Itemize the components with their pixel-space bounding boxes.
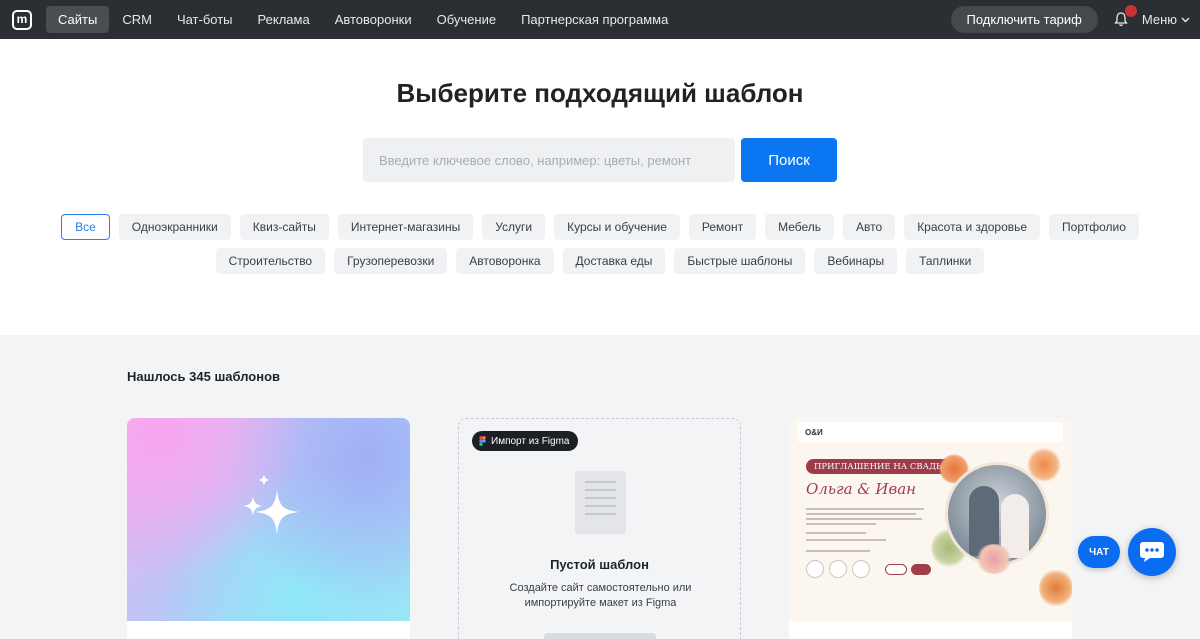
- document-icon: [575, 471, 626, 534]
- blank-template-title: Пустой шаблон: [550, 557, 649, 572]
- chat-bubble-icon[interactable]: [1128, 528, 1176, 576]
- category-chip[interactable]: Доставка еды: [562, 248, 666, 274]
- chat-button[interactable]: ЧАТ: [1078, 536, 1120, 568]
- category-chip[interactable]: Все: [61, 214, 110, 240]
- category-chip[interactable]: Услуги: [482, 214, 546, 240]
- gradient-preview: [127, 418, 410, 621]
- template-search-input[interactable]: [363, 138, 735, 182]
- top-navigation-bar: m Сайты CRM Чат-боты Реклама Автоворонки Обуч…: [0, 0, 1200, 39]
- category-chip[interactable]: Квиз-сайты: [239, 214, 329, 240]
- wedding-template-preview: О&И ПРИГЛАШЕНИЕ НА СВАДЬБУ Ольга & Иван: [789, 418, 1072, 621]
- preview-logo: О&И: [805, 427, 823, 437]
- main-nav: Сайты CRM Чат-боты Реклама Автоворонки Обучен…: [46, 0, 681, 39]
- nav-item-5[interactable]: Обучение: [425, 6, 508, 33]
- preview-button-filled: [911, 564, 931, 575]
- blank-template-button[interactable]: [544, 633, 656, 639]
- nav-item-0[interactable]: Сайты: [46, 6, 110, 33]
- import-figma-badge[interactable]: Импорт из Figma: [472, 431, 579, 451]
- category-chip[interactable]: Красота и здоровье: [904, 214, 1041, 240]
- results-section: Нашлось 345 шаблонов Импорт из Figma Пус…: [0, 335, 1200, 639]
- category-chip[interactable]: Строительство: [215, 248, 326, 274]
- blank-template-card[interactable]: Импорт из Figma Пустой шаблон Создайте с…: [458, 418, 741, 639]
- nav-item-1[interactable]: CRM: [110, 6, 164, 33]
- sparkles-icon: [243, 474, 299, 534]
- category-chip[interactable]: Одноэкранники: [118, 214, 231, 240]
- category-chip[interactable]: Курсы и обучение: [554, 214, 680, 240]
- category-chip[interactable]: Таплинки: [906, 248, 985, 274]
- app-logo-icon[interactable]: m: [12, 9, 32, 30]
- couple-names: Ольга & Иван: [806, 480, 917, 498]
- category-chip[interactable]: Ремонт: [688, 214, 757, 240]
- chevron-down-icon: [1181, 17, 1190, 22]
- badge-label: Импорт из Figma: [491, 435, 570, 447]
- wedding-template-card[interactable]: О&И ПРИГЛАШЕНИЕ НА СВАДЬБУ Ольга & Иван: [789, 418, 1072, 639]
- ai-template-card[interactable]: [127, 418, 410, 639]
- preview-header: О&И: [797, 422, 1063, 442]
- menu-label: Меню: [1141, 12, 1177, 27]
- nav-item-2[interactable]: Чат-боты: [165, 6, 245, 33]
- logo-letter: m: [16, 11, 28, 26]
- connect-plan-button[interactable]: Подключить тариф: [950, 6, 1098, 33]
- category-chip[interactable]: Интернет-магазины: [337, 214, 474, 240]
- notifications-bell-icon[interactable]: [1112, 4, 1137, 29]
- topbar-right: Подключить тариф Меню: [950, 0, 1200, 39]
- blank-template-description: Создайте сайт самостоятельно или импорти…: [509, 582, 692, 609]
- nav-item-3[interactable]: Реклама: [246, 6, 322, 33]
- bouquet-decoration: [975, 544, 1013, 574]
- category-chip[interactable]: Автоворонка: [456, 248, 554, 274]
- figma-icon: [479, 436, 486, 446]
- category-chip[interactable]: Вебинары: [814, 248, 898, 274]
- results-count: Нашлось 345 шаблонов: [127, 369, 281, 384]
- search-button[interactable]: Поиск: [741, 138, 837, 182]
- page-title: Выберите подходящий шаблон: [396, 78, 804, 108]
- countdown-circles: [806, 560, 870, 578]
- category-filter-list: Все Одноэкранники Квиз-сайты Интернет-магаз…: [20, 214, 1180, 274]
- preview-button-outline: [885, 564, 907, 575]
- menu-dropdown[interactable]: Меню: [1142, 12, 1190, 27]
- nav-item-4[interactable]: Автоворонки: [323, 6, 424, 33]
- notification-badge: [1124, 4, 1137, 17]
- category-chip[interactable]: Грузоперевозки: [334, 248, 448, 274]
- category-chip[interactable]: Авто: [843, 214, 896, 240]
- category-chip[interactable]: Портфолио: [1049, 214, 1139, 240]
- category-chip[interactable]: Мебель: [765, 214, 835, 240]
- category-chip[interactable]: Быстрые шаблоны: [674, 248, 806, 274]
- nav-item-6[interactable]: Партнерская программа: [509, 6, 680, 33]
- flower-decoration: [1039, 568, 1072, 608]
